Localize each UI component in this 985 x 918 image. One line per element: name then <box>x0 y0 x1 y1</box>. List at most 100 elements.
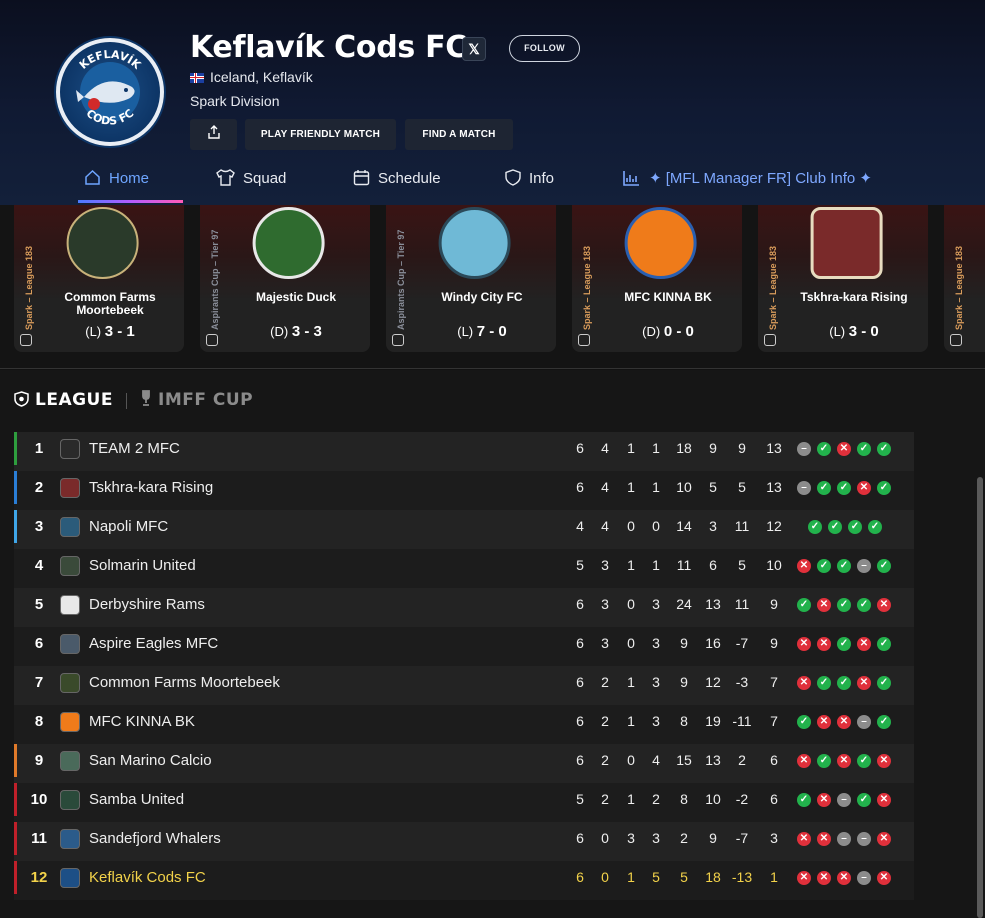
table-row[interactable]: 6 Aspire Eagles MFC 6 3 0 3 9 16 -7 9 ✕ ✕ ✓ ✕ ✓ <box>14 627 914 666</box>
win-icon: ✓ <box>817 481 831 495</box>
opponent-crest <box>66 207 139 279</box>
team-name[interactable]: MFC KINNA BK <box>89 705 195 738</box>
competition-label: Spark – League 183 <box>582 245 592 330</box>
tab-info[interactable]: Info <box>505 160 554 204</box>
win-icon: ✓ <box>817 559 831 573</box>
team-badge-icon <box>60 634 80 654</box>
match-card[interactable]: Spark – League 183 Tskhra-kara Rising (L… <box>758 205 928 352</box>
tab-schedule[interactable]: Schedule <box>353 160 441 204</box>
table-row[interactable]: 4 Solmarin United 5 3 1 1 11 6 5 10 ✕ ✓ ✓ – ✓ <box>14 549 914 588</box>
table-row[interactable]: 9 San Marino Calcio 6 2 0 4 15 13 2 6 ✕ ✓ ✕ ✓ ✕ <box>14 744 914 783</box>
shield-icon <box>505 169 521 186</box>
loss-icon: ✕ <box>797 754 811 768</box>
stat-cell: 10 <box>676 479 692 495</box>
table-row[interactable]: 1 TEAM 2 MFC 6 4 1 1 18 9 9 13– ✓ ✕ ✓ ✓ <box>14 432 914 471</box>
table-position: 1 <box>34 440 44 457</box>
zone-indicator <box>14 822 17 855</box>
stat-cell: 14 <box>676 518 692 534</box>
stat-cell: 4 <box>652 752 660 768</box>
table-row[interactable]: 5 Derbyshire Rams 6 3 0 3 24 13 11 9 ✓ ✕ ✓ ✓ ✕ <box>14 588 914 627</box>
calendar-icon <box>353 170 370 186</box>
table-row[interactable]: 8 MFC KINNA BK 6 2 1 3 8 19 -11 7 ✓ ✕ ✕ – ✓ <box>14 705 914 744</box>
opponent-name: Tskhra-kara Rising <box>800 290 908 304</box>
stat-cell: 5 <box>738 557 746 573</box>
tab-league[interactable]: LEAGUE <box>14 390 113 410</box>
stat-cell: 9 <box>770 596 778 612</box>
play-friendly-match-button[interactable]: PLAY FRIENDLY MATCH <box>245 119 396 150</box>
team-name[interactable]: Tskhra-kara Rising <box>89 471 213 504</box>
tab-squad[interactable]: Squad <box>216 160 286 204</box>
loss-icon: ✕ <box>857 676 871 690</box>
x-social-link[interactable]: 𝕏 <box>462 37 486 61</box>
table-row[interactable]: 2 Tskhra-kara Rising 6 4 1 1 10 5 5 13– ✓ ✓ ✕ ✓ <box>14 471 914 510</box>
tab-league-label: LEAGUE <box>35 390 113 410</box>
iceland-flag-icon <box>190 73 204 83</box>
win-icon: ✓ <box>877 559 891 573</box>
stat-cell: 2 <box>738 752 746 768</box>
match-score: (L) 3 - 0 <box>829 323 879 340</box>
table-position: 4 <box>34 557 44 574</box>
team-badge-icon <box>60 868 80 888</box>
team-name[interactable]: San Marino Calcio <box>89 744 212 777</box>
opponent-name: Windy City FC <box>441 290 523 304</box>
find-a-match-button[interactable]: FIND A MATCH <box>405 119 513 150</box>
team-name[interactable]: Solmarin United <box>89 549 196 582</box>
loss-icon: ✕ <box>817 793 831 807</box>
loss-icon: ✕ <box>797 637 811 651</box>
table-row[interactable]: 7 Common Farms Moortebeek 6 2 1 3 9 12 -3 7 ✕ ✓ ✓ ✕ ✓ <box>14 666 914 705</box>
loss-icon: ✕ <box>877 754 891 768</box>
table-position: 7 <box>34 674 44 691</box>
match-card[interactable]: Spark – League 183 Common Farms Moortebe… <box>14 205 184 352</box>
opponent-crest <box>624 207 697 279</box>
loss-icon: ✕ <box>837 442 851 456</box>
team-name[interactable]: Derbyshire Rams <box>89 588 205 621</box>
stat-cell: 5 <box>680 869 688 885</box>
match-card[interactable]: Spark – League 183 MFC KINNA BK (D) 0 - … <box>572 205 742 352</box>
team-name[interactable]: Common Farms Moortebeek <box>89 666 280 699</box>
table-row[interactable]: 11 Sandefjord Whalers 6 0 3 3 2 9 -7 3 ✕ ✕ – – ✕ <box>14 822 914 861</box>
match-card[interactable]: Aspirants Cup – Tier 97 Windy City FC (L… <box>386 205 556 352</box>
table-row[interactable]: 10 Samba United 5 2 1 2 8 10 -2 6 ✓ ✕ – ✓ ✕ <box>14 783 914 822</box>
team-name[interactable]: Napoli MFC <box>89 510 168 543</box>
tab-imff-cup[interactable]: IMFF CUP <box>140 390 253 410</box>
loss-icon: ✕ <box>817 598 831 612</box>
stat-cell: 0 <box>652 518 660 534</box>
team-name[interactable]: Keflavík Cods FC <box>89 861 206 894</box>
loss-icon: ✕ <box>877 832 891 846</box>
tab-label: Squad <box>243 170 287 187</box>
stat-cell: 3 <box>652 635 660 651</box>
home-icon <box>85 169 100 185</box>
follow-button[interactable]: FOLLOW <box>509 35 580 62</box>
stat-cell: -3 <box>735 674 749 690</box>
share-button[interactable] <box>190 119 237 150</box>
active-tab-indicator <box>78 200 183 203</box>
loss-icon: ✕ <box>877 871 891 885</box>
match-card[interactable]: Aspirants Cup – Tier 97 Majestic Duck (D… <box>200 205 370 352</box>
team-name[interactable]: TEAM 2 MFC <box>89 432 180 465</box>
draw-icon: – <box>797 481 811 495</box>
team-name[interactable]: Samba United <box>89 783 184 816</box>
stat-cell: 11 <box>734 596 750 612</box>
team-name[interactable]: Sandefjord Whalers <box>89 822 221 855</box>
trophy-icon <box>142 390 150 406</box>
match-card[interactable]: Spark – League 183 <box>944 205 985 352</box>
page-scrollbar[interactable] <box>977 477 983 918</box>
tab-mfl-club-info[interactable]: ✦ [MFL Manager FR] Club Info ✦ <box>623 160 872 204</box>
loss-icon: ✕ <box>877 793 891 807</box>
win-icon: ✓ <box>808 520 822 534</box>
stat-cell: 1 <box>652 440 660 456</box>
table-position: 11 <box>31 830 47 847</box>
stat-cell: 19 <box>705 713 721 729</box>
draw-icon: – <box>857 832 871 846</box>
table-row[interactable]: 12 Keflavík Cods FC 6 0 1 5 5 18 -13 1 ✕ ✕ ✕ – ✕ <box>14 861 914 900</box>
team-name[interactable]: Aspire Eagles MFC <box>89 627 218 660</box>
loss-icon: ✕ <box>837 715 851 729</box>
loss-icon: ✕ <box>797 676 811 690</box>
stat-cell: -7 <box>735 830 749 846</box>
stat-cell: 13 <box>766 479 782 495</box>
league-icon <box>764 334 776 346</box>
stat-cell: 9 <box>709 440 717 456</box>
tab-home[interactable]: Home <box>84 160 149 204</box>
win-icon: ✓ <box>848 520 862 534</box>
table-row[interactable]: 3 Napoli MFC 4 4 0 0 14 3 11 12 ✓ ✓ ✓ ✓ <box>14 510 914 549</box>
